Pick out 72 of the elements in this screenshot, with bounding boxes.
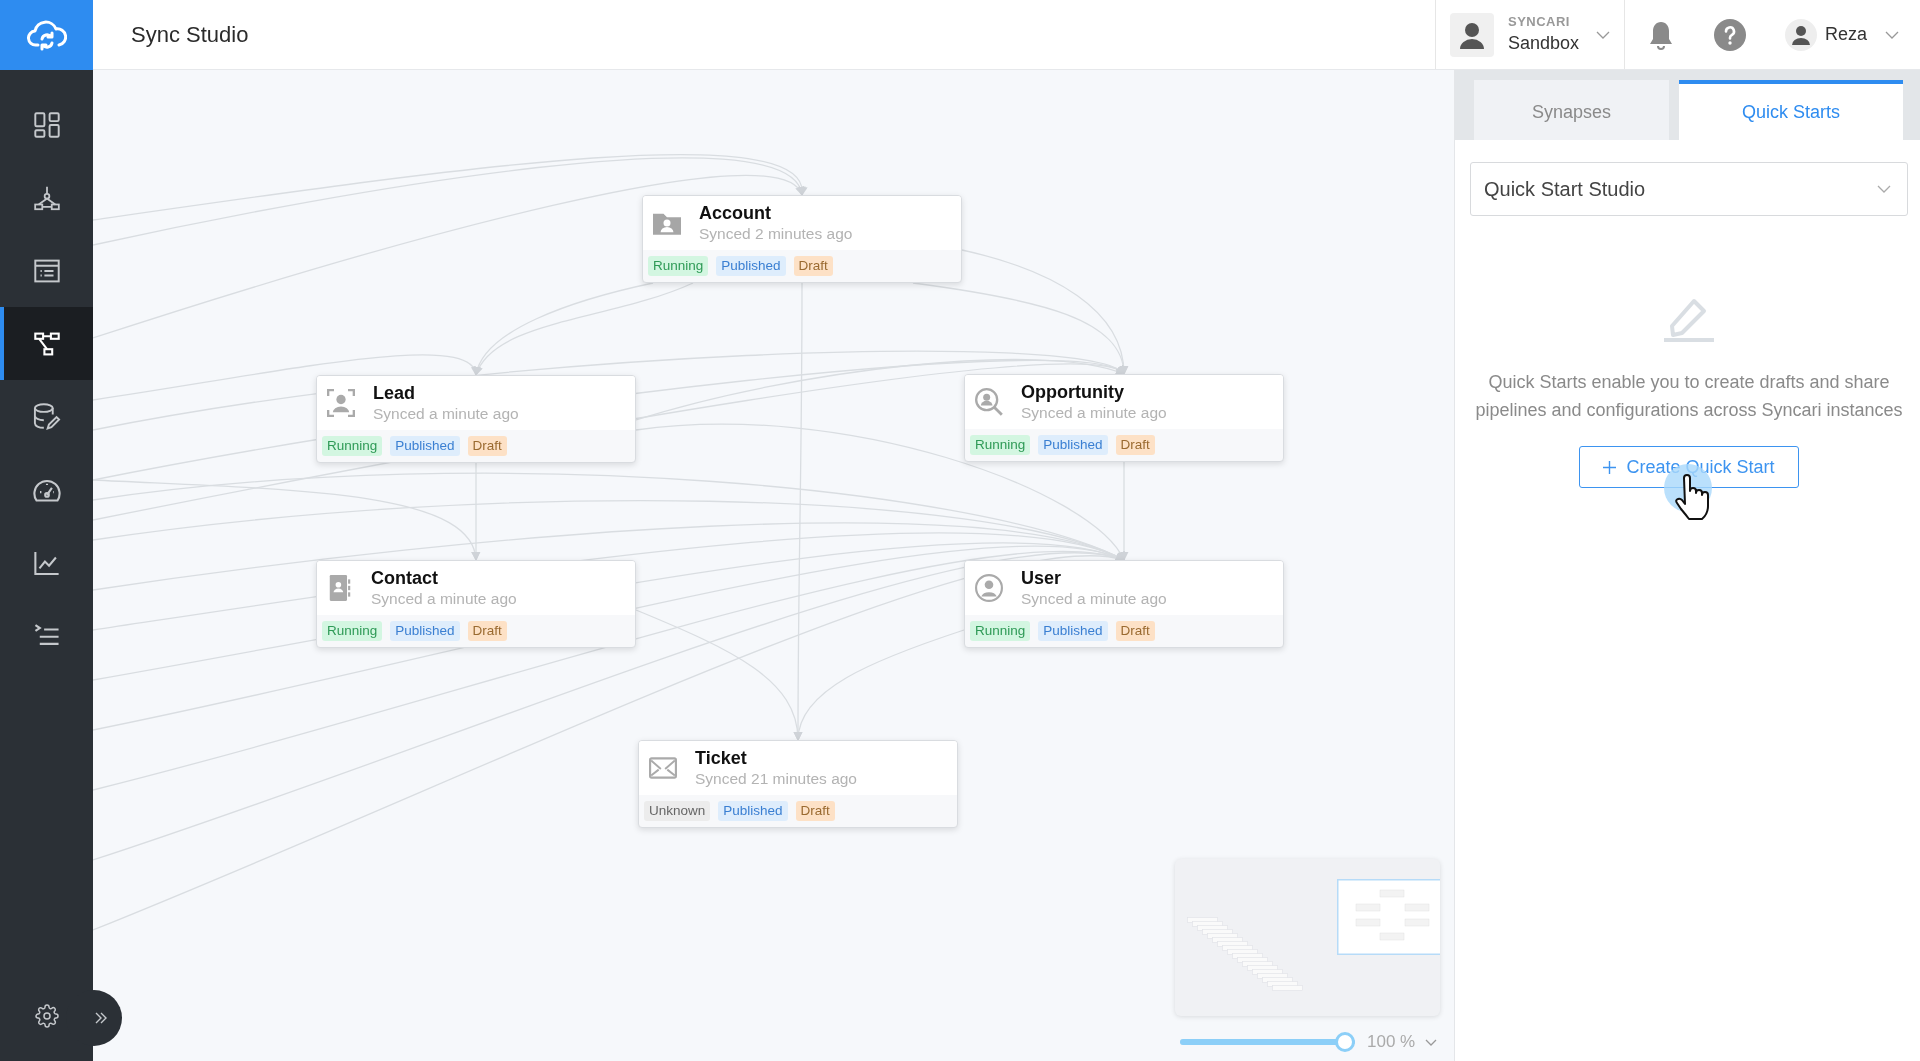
zoom-level-text: 100 %	[1367, 1032, 1416, 1052]
node-title: Ticket	[695, 748, 748, 769]
status-tag: Published	[390, 621, 460, 641]
status-tag: Running	[322, 621, 383, 641]
empty-state-text: Quick Starts enable you to create drafts and share pipelines and configurations across Syncari instances	[1474, 371, 1904, 422]
org-label: SYNCARI	[1507, 15, 1571, 30]
folder-person-icon	[653, 211, 681, 235]
status-tag: Draft	[1115, 621, 1155, 641]
node-card[interactable]: Account Synced 2 minutes ago Running Published Draft	[642, 195, 962, 283]
node-title: Contact	[371, 568, 439, 589]
node-card[interactable]: User Synced a minute ago Running Published Draft	[964, 560, 1284, 648]
settings-icon[interactable]	[34, 1004, 59, 1028]
user-circle-icon	[975, 574, 1003, 602]
org-name[interactable]: Sandbox	[1507, 33, 1580, 54]
page-title: Sync Studio	[131, 21, 249, 48]
status-tag: Published	[716, 256, 786, 276]
help-icon[interactable]	[1713, 18, 1746, 51]
user-name[interactable]: Reza	[1824, 24, 1867, 45]
sync-time: Synced a minute ago	[373, 404, 519, 423]
cloud-sync-logo-icon	[26, 19, 67, 51]
status-tag: Published	[1038, 435, 1108, 455]
chevron-down-icon[interactable]	[1595, 30, 1610, 39]
envelope-icon	[649, 757, 677, 779]
select-field[interactable]: Quick Start Studio	[1470, 162, 1908, 216]
status-tag: Draft	[795, 801, 835, 821]
node-title: Lead	[373, 383, 416, 404]
slider-thumb[interactable]	[1335, 1032, 1355, 1052]
node-card[interactable]: Contact Synced a minute ago Running Published Draft	[316, 560, 636, 648]
sync-time: Synced a minute ago	[1021, 589, 1167, 608]
list-window-icon	[33, 257, 60, 284]
person-scan-icon	[327, 389, 355, 417]
sync-time: Synced 21 minutes ago	[695, 769, 857, 788]
double-chevron-icon	[94, 1011, 108, 1025]
status-tag: Published	[718, 801, 788, 821]
status-tag: Running	[648, 256, 709, 276]
chevron-down-icon[interactable]	[1425, 1038, 1438, 1046]
status-tag: Published	[390, 436, 460, 456]
status-tag: Running	[970, 435, 1031, 455]
nav-item[interactable]	[0, 307, 93, 380]
plus-icon	[1603, 460, 1617, 474]
sync-time: Synced 2 minutes ago	[699, 224, 853, 243]
status-tag: Draft	[793, 256, 833, 276]
node-title: Opportunity	[1021, 382, 1125, 403]
line-chart-icon	[33, 549, 60, 576]
node-card[interactable]: Lead Synced a minute ago Running Published Draft	[316, 375, 636, 463]
zoom-slider[interactable]	[1180, 1032, 1355, 1052]
logo-tile[interactable]	[0, 0, 93, 70]
status-tag: Running	[970, 621, 1031, 641]
status-tag: Draft	[1115, 435, 1155, 455]
sync-time: Synced a minute ago	[371, 589, 517, 608]
sync-time: Synced a minute ago	[1021, 403, 1167, 422]
notification-bell-icon[interactable]	[1648, 19, 1673, 50]
database-edit-icon	[31, 402, 62, 431]
flow-diagram-icon	[33, 330, 60, 357]
chevron-down-icon[interactable]	[1885, 30, 1899, 39]
person-search-icon	[975, 388, 1003, 416]
node-title: User	[1021, 568, 1063, 589]
status-tag: Running	[322, 436, 383, 456]
avatar-icon	[1449, 12, 1494, 57]
avatar-icon[interactable]	[1784, 18, 1817, 51]
node-title: Account	[699, 203, 772, 224]
node-card[interactable]: Ticket Synced 21 minutes ago Unknown Published Draft	[638, 740, 958, 828]
hierarchy-icon	[33, 184, 60, 211]
status-tag: Unknown	[644, 801, 711, 821]
dashboard-icon	[33, 111, 60, 138]
address-book-icon	[327, 574, 353, 602]
status-tag: Draft	[467, 436, 507, 456]
node-card[interactable]: Opportunity Synced a minute ago Running Published Draft	[964, 374, 1284, 462]
status-tag: Published	[1038, 621, 1108, 641]
chevron-down-icon	[1877, 185, 1891, 193]
tab[interactable]: Quick Starts	[1679, 80, 1903, 140]
status-tag: Draft	[467, 621, 507, 641]
